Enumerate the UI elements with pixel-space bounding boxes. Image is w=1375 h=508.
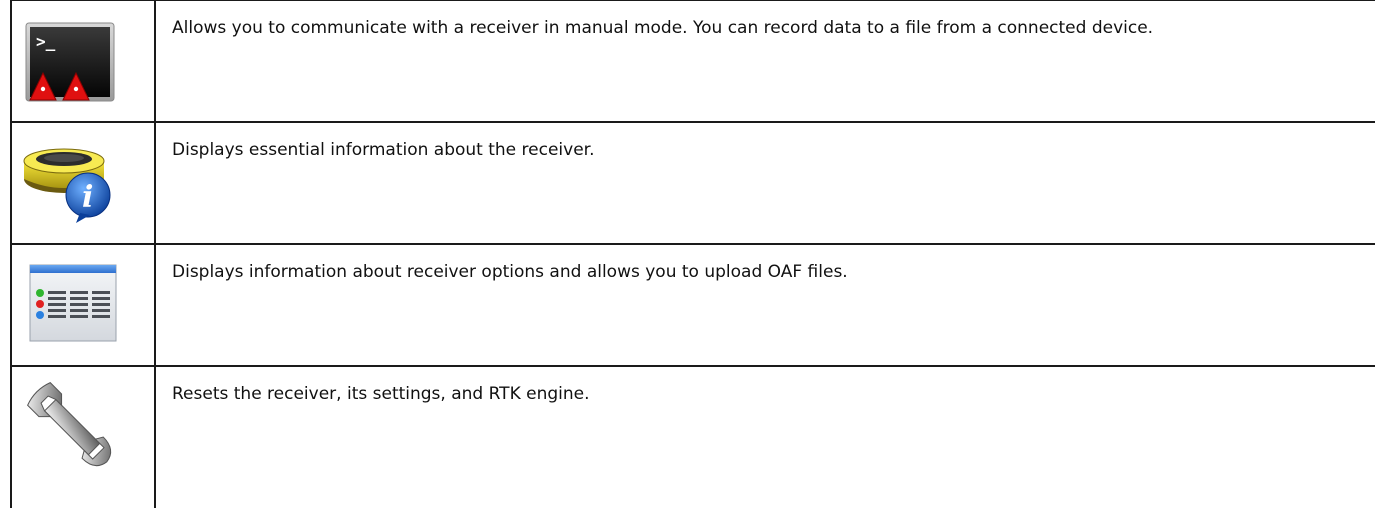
svg-text:>_: >_	[36, 32, 56, 51]
icon-cell	[10, 365, 156, 508]
options-list-icon	[29, 264, 117, 342]
tools-table: >_ Allows you to communicate with a rece…	[10, 0, 1375, 508]
icon-cell: i	[10, 121, 156, 245]
terminal-icon: >_	[25, 22, 115, 102]
table-row: i Displays essential information about t…	[10, 121, 1375, 245]
icon-cell	[10, 243, 156, 367]
table-row: Displays information about receiver opti…	[10, 243, 1375, 367]
table-row: >_ Allows you to communicate with a rece…	[10, 0, 1375, 123]
receiver-info-icon: i	[23, 148, 111, 223]
svg-text:i: i	[82, 180, 93, 215]
description-cell: Displays essential information about the…	[154, 121, 1375, 245]
description-cell: Allows you to communicate with a receive…	[154, 0, 1375, 123]
icon-cell: >_	[10, 0, 156, 123]
description-cell: Displays information about receiver opti…	[154, 243, 1375, 367]
table-row: Resets the receiver, its settings, and R…	[10, 365, 1375, 508]
description-cell: Resets the receiver, its settings, and R…	[154, 365, 1375, 508]
wrench-icon	[27, 382, 112, 467]
